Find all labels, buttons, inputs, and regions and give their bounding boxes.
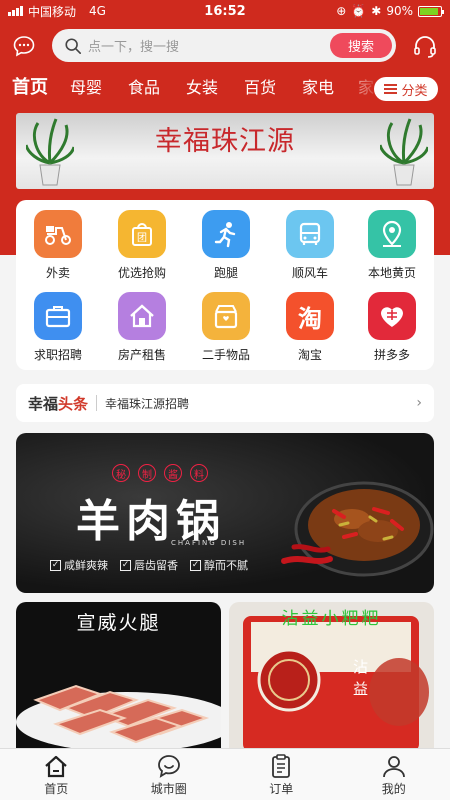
shopping-bag-icon: 团	[118, 210, 166, 258]
category-tab-home[interactable]: 首页	[12, 74, 48, 102]
service-label: 淘宝	[297, 348, 322, 362]
chat-bubble-icon	[157, 755, 180, 778]
checkbox-icon: ✓	[190, 559, 201, 571]
bottom-nav: 首页 城市圈 订单 我的	[0, 748, 450, 800]
taobao-icon: 淘	[286, 292, 334, 340]
service-label: 二手物品	[201, 348, 250, 362]
ad-subtitle: CHAFING DISH	[171, 539, 247, 547]
service-label: 求职招聘	[33, 348, 82, 362]
news-brand: 幸福头条	[28, 393, 88, 414]
tab-profile[interactable]: 我的	[338, 749, 450, 800]
promo-banner[interactable]: 幸福珠江源	[16, 113, 434, 189]
svg-text:益: 益	[353, 680, 368, 698]
ad-tag-char: 酱	[164, 464, 182, 482]
service-label: 拼多多	[373, 348, 410, 362]
briefcase-icon	[34, 292, 82, 340]
app-header: 点一下，搜一搜 搜索	[0, 29, 450, 63]
news-brand-a: 幸福	[28, 394, 59, 413]
tab-label: 我的	[381, 782, 406, 796]
service-label: 本地黄页	[367, 266, 416, 280]
service-label: 顺风车	[291, 266, 328, 280]
search-placeholder[interactable]: 点一下，搜一搜	[88, 36, 330, 55]
ad-tag-char: 制	[138, 464, 156, 482]
potted-plant-icon	[380, 118, 428, 186]
house-icon	[118, 292, 166, 340]
category-tab-maternity[interactable]: 母婴	[70, 74, 102, 102]
service-label: 优选抢购	[117, 266, 166, 280]
service-errand[interactable]: 跑腿	[184, 210, 268, 281]
hotpot-image	[281, 481, 434, 577]
box-icon	[202, 292, 250, 340]
user-icon	[382, 756, 405, 778]
home-icon	[45, 755, 67, 778]
category-tab-womens[interactable]: 女装	[186, 74, 218, 102]
ad-feature: ✓ 咸鲜爽辣	[50, 559, 108, 572]
checkbox-icon: ✓	[120, 559, 131, 571]
service-taobao[interactable]: 淘 淘宝	[268, 292, 352, 363]
tab-label: 订单	[269, 782, 294, 796]
news-headline[interactable]: 幸福珠江源招聘	[105, 395, 416, 412]
product-title: 宣威火腿	[76, 612, 161, 634]
ad-tag: 秘 制 酱 料	[112, 464, 208, 482]
search-icon	[65, 37, 82, 54]
clock: 16:52	[204, 3, 246, 19]
ad-features: ✓ 咸鲜爽辣 ✓ 唇齿留香 ✓ 醇而不腻	[50, 557, 248, 573]
service-flash-sale[interactable]: 团 优选抢购	[100, 210, 184, 281]
tab-home[interactable]: 首页	[0, 749, 113, 800]
category-tab-appliances[interactable]: 家电	[302, 74, 334, 102]
checkbox-icon: ✓	[50, 559, 61, 571]
news-brand-b: 头条	[58, 394, 89, 413]
service-takeout[interactable]: 外卖	[16, 210, 100, 281]
svg-text:团: 团	[137, 232, 147, 244]
product-card-cake[interactable]: 沾 益 沾益小粑粑	[229, 602, 434, 752]
battery-icon	[418, 5, 444, 17]
product-title: 沾益小粑粑	[281, 609, 382, 629]
ad-tag-char: 秘	[112, 464, 130, 482]
news-ticker[interactable]: 幸福头条 幸福珠江源招聘 ›	[16, 384, 434, 422]
search-bar[interactable]: 点一下，搜一搜 搜索	[52, 29, 396, 62]
service-jobs[interactable]: 求职招聘	[16, 292, 100, 363]
category-menu-button[interactable]: 分类	[374, 77, 438, 101]
service-real-estate[interactable]: 房产租售	[100, 292, 184, 363]
svg-text:沾: 沾	[353, 658, 368, 676]
runner-icon	[202, 210, 250, 258]
message-icon[interactable]	[12, 34, 36, 58]
tab-city-circle[interactable]: 城市圈	[113, 749, 226, 800]
ad-feature: ✓ 唇齿留香	[120, 559, 178, 572]
tab-label: 城市圈	[150, 782, 187, 796]
menu-icon	[384, 84, 398, 94]
category-tab-general[interactable]: 百货	[244, 74, 276, 102]
service-yellow-pages[interactable]: 本地黄页	[350, 210, 434, 281]
banner-title: 幸福珠江源	[155, 126, 295, 157]
scooter-icon	[34, 210, 82, 258]
service-second-hand[interactable]: 二手物品	[184, 292, 268, 363]
ad-feature: ✓ 醇而不腻	[190, 559, 248, 572]
service-label: 跑腿	[213, 266, 238, 280]
category-tabs: 首页 母婴 食品 女装 百货 家电 家 分类	[0, 74, 450, 104]
taobao-glyph: 淘	[298, 304, 322, 333]
category-tab-food[interactable]: 食品	[128, 74, 160, 102]
tab-label: 首页	[44, 782, 69, 796]
services-grid: 外卖 团 优选抢购 跑腿 顺风车 本地黄页 求职招聘 房产租售 二手物品 淘 淘…	[16, 200, 434, 370]
location-pin-icon	[368, 210, 416, 258]
clipboard-icon	[272, 754, 291, 778]
service-label: 外卖	[45, 266, 70, 280]
status-bar: 中国移动 4G 16:52 ⊕ ⏰ ✱ 90%	[0, 0, 450, 22]
headset-icon[interactable]	[412, 34, 438, 60]
tab-orders[interactable]: 订单	[225, 749, 338, 800]
ham-image	[16, 684, 221, 752]
service-label: 房产租售	[117, 348, 166, 362]
service-carpool[interactable]: 顺风车	[268, 210, 352, 281]
ad-banner[interactable]: 秘 制 酱 料 羊肉锅 CHAFING DISH ✓ 咸鲜爽辣 ✓ 唇齿留香 ✓ 醇而…	[16, 433, 434, 593]
product-card-ham[interactable]: 宣威火腿	[16, 602, 221, 752]
search-button[interactable]: 搜索	[330, 33, 392, 58]
divider	[96, 395, 98, 411]
service-pinduoduo[interactable]: 拼多多	[350, 292, 434, 363]
chevron-right-icon: ›	[416, 395, 422, 411]
category-menu-label: 分类	[401, 83, 428, 99]
car-icon	[286, 210, 334, 258]
ad-tag-char: 料	[190, 464, 208, 482]
pinduoduo-icon	[368, 292, 416, 340]
